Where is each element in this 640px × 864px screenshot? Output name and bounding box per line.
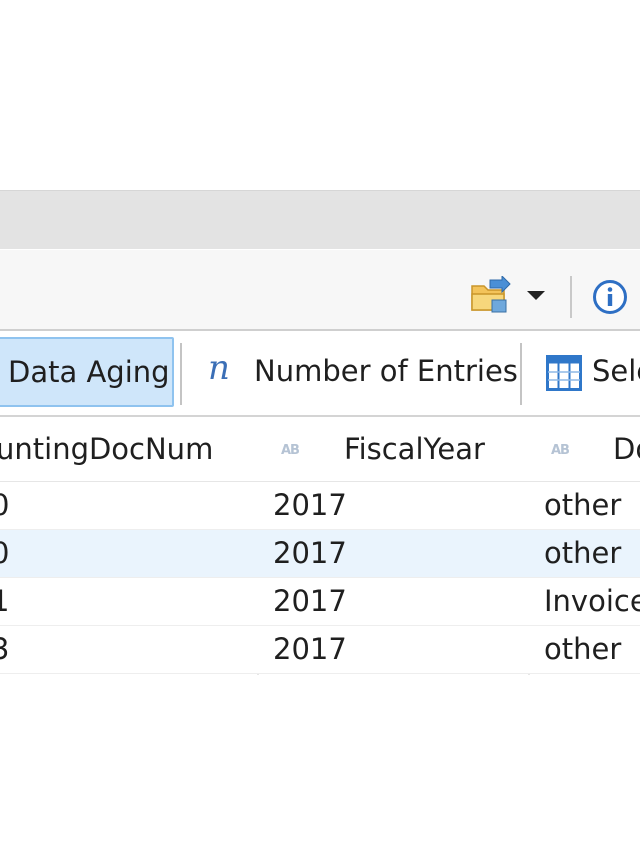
table-row[interactable]: 1 2017 Invoice [0, 578, 640, 626]
table-header: untingDocNum AB FiscalYear AB Do [0, 417, 640, 482]
table-cell: 2017 [273, 632, 347, 666]
table-cell: 2017 [273, 584, 347, 618]
number-of-entries-button[interactable]: Number of Entries [254, 357, 518, 386]
table-cell: Invoice [544, 584, 640, 618]
table-row[interactable]: 3 2017 other [0, 626, 640, 674]
table-cell: other [544, 632, 622, 666]
chevron-down-icon[interactable] [527, 291, 545, 300]
feature-toolbar: Data Aging 𝑛 Number of Entries Sele [0, 331, 640, 417]
results-table: untingDocNum AB FiscalYear AB Do 0 2017 … [0, 417, 640, 675]
table-cell: 0 [0, 488, 10, 522]
info-icon[interactable] [592, 279, 628, 315]
table-cell: 2017 [273, 488, 347, 522]
screen: Data Aging 𝑛 Number of Entries Sele unti… [0, 0, 640, 864]
text-type-icon: AB [281, 443, 300, 458]
table-cell: 3 [0, 632, 10, 666]
icon-toolbar [0, 250, 640, 330]
table-cell: other [544, 488, 622, 522]
text-type-icon: AB [551, 443, 570, 458]
table-cell: 0 [0, 536, 10, 570]
feature-divider [520, 343, 522, 405]
toolbar-divider [570, 276, 572, 318]
folder-export-icon[interactable] [470, 274, 512, 316]
table-row[interactable]: 0 2017 other [0, 482, 640, 530]
select-columns-icon [546, 355, 582, 391]
title-bar [0, 190, 640, 249]
select-button[interactable]: Sele [592, 357, 640, 386]
table-cell: 2017 [273, 536, 347, 570]
table-cell: 1 [0, 584, 10, 618]
number-of-entries-icon: 𝑛 [208, 348, 230, 388]
table-row[interactable]: 0 2017 other [0, 530, 640, 578]
column-header-fiscal-year[interactable]: FiscalYear [344, 435, 485, 464]
feature-divider [180, 343, 182, 405]
table-cell: other [544, 536, 622, 570]
data-aging-label: Data Aging [8, 355, 170, 389]
column-header-accounting-doc-num[interactable]: untingDocNum [0, 435, 213, 464]
column-header-doc-type[interactable]: Do [613, 435, 640, 464]
data-aging-button[interactable]: Data Aging [0, 337, 174, 407]
